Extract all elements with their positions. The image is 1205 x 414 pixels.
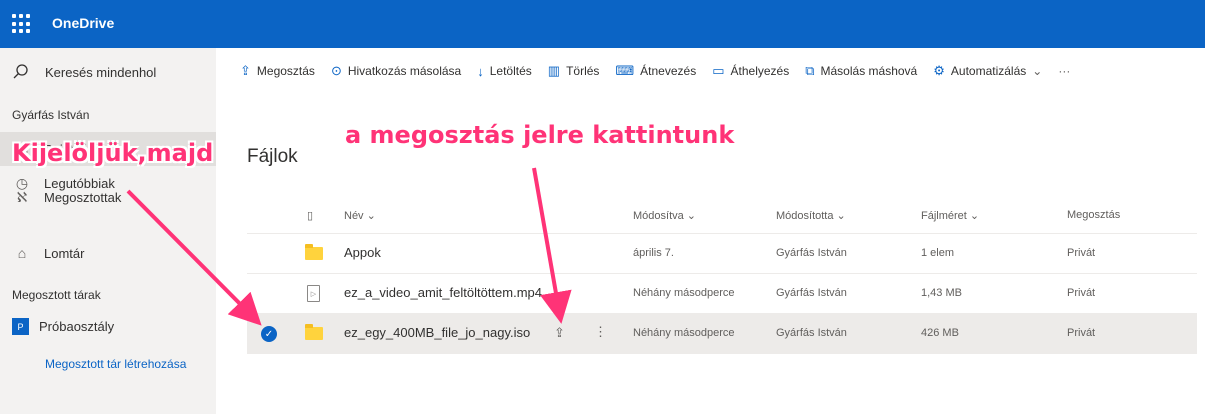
app-title[interactable]: OneDrive [52, 15, 114, 31]
column-sharing[interactable]: Megosztás [1067, 209, 1120, 221]
annotation-left: Kijelöljük,majd [12, 139, 214, 167]
share-icon: ⇪ [240, 63, 251, 78]
video-file-icon: ▷ [307, 285, 320, 302]
library-label: Próbaosztály [39, 319, 115, 334]
copy-link-button[interactable]: ⊙ Hivatkozás másolása [331, 63, 461, 79]
copy-to-button[interactable]: ⧉ Másolás máshová [805, 63, 917, 79]
checkmark-icon[interactable]: ✓ [261, 326, 277, 342]
share-label: Megosztás [256, 64, 315, 78]
sidebar-item-label: Megosztottak [44, 189, 122, 205]
share-button[interactable]: ⇪ Megosztás [240, 63, 315, 79]
sharing: Privát [1067, 287, 1096, 299]
modified-by: Gyárfás István [776, 247, 847, 259]
size: 1 elem [921, 247, 955, 259]
table-row[interactable]: Appok április 7. Gyárfás István 1 elem P… [247, 234, 1197, 274]
trash-icon: ⌂ [17, 245, 27, 261]
automate-icon: ⚙ [933, 63, 945, 78]
modified: április 7. [633, 247, 674, 259]
user-name: Gyárfás István [12, 108, 90, 122]
search-input[interactable]: Keresés mindenhol [45, 65, 156, 80]
column-name[interactable]: Név ⌄ [344, 209, 376, 222]
chevron-down-icon: ⌄ [1032, 64, 1043, 78]
file-list-header: ▯ Név ⌄ Módosítva ⌄ Módosította ⌄ Fájlmé… [247, 198, 1197, 234]
library-item[interactable]: P Próbaosztály [12, 318, 114, 335]
shared-libraries-title: Megosztott tárak [12, 288, 101, 302]
download-label: Letöltés [489, 64, 532, 78]
rename-label: Átnevezés [640, 64, 697, 78]
sidebar-item-recycle-bin[interactable]: ⌂ Lomtár [0, 236, 216, 270]
move-button[interactable]: ▭ Áthelyezés [712, 63, 789, 79]
top-bar: OneDrive [0, 0, 1205, 48]
folder-icon [305, 244, 323, 260]
sidebar-item-label: Lomtár [44, 245, 85, 261]
column-size[interactable]: Fájlméret ⌄ [921, 209, 979, 222]
table-row-selected[interactable]: ✓ ez_egy_400MB_file_jo_nagy.iso ⇪ ⋮ Néhá… [247, 314, 1197, 354]
automate-label: Automatizálás [950, 64, 1027, 78]
modified-by: Gyárfás István [776, 287, 847, 299]
delete-button[interactable]: ▥ Törlés [548, 63, 600, 79]
app-launcher-icon[interactable] [12, 14, 32, 34]
page-title: Fájlok [247, 146, 298, 167]
rename-button[interactable]: ⌨ Átnevezés [615, 63, 696, 79]
share-icon[interactable]: ⇪ [554, 325, 565, 341]
more-options-icon[interactable]: ⋮ [594, 324, 607, 340]
column-size-label: Fájlméret [921, 210, 967, 222]
column-modified-label: Módosítva [633, 210, 684, 222]
copy-link-label: Hivatkozás másolása [347, 64, 462, 78]
column-modified-by[interactable]: Módosította ⌄ [776, 209, 846, 222]
annotation-top: a megosztás jelre kattintunk [345, 121, 735, 149]
sharing: Privát [1067, 247, 1096, 259]
modified: Néhány másodperce [633, 327, 735, 339]
copy-icon: ⧉ [805, 63, 815, 78]
copy-to-label: Másolás máshová [820, 64, 918, 78]
file-name[interactable]: ez_egy_400MB_file_jo_nagy.iso [344, 325, 530, 340]
move-label: Áthelyezés [730, 64, 790, 78]
modified-by: Gyárfás István [776, 327, 847, 339]
rename-icon: ⌨ [615, 63, 635, 78]
link-icon: ⊙ [330, 63, 342, 78]
move-icon: ▭ [712, 63, 725, 78]
sharing: Privát [1067, 327, 1096, 339]
command-bar: ⇪ Megosztás ⊙ Hivatkozás másolása ↓ Letölté… [216, 48, 1205, 94]
file-type-header-icon[interactable]: ▯ [307, 209, 313, 222]
size: 426 MB [921, 327, 959, 339]
people-icon: ℵ [16, 188, 28, 205]
column-name-label: Név [344, 210, 364, 222]
sidebar-item-shared[interactable]: ℵ Megosztottak [0, 180, 216, 214]
automate-button[interactable]: ⚙ Automatizálás ⌄ [933, 63, 1042, 79]
download-button[interactable]: ↓ Letöltés [477, 64, 532, 79]
table-row[interactable]: ▷ ez_a_video_amit_feltöltöttem.mp4 Néhán… [247, 274, 1197, 314]
file-name[interactable]: ez_a_video_amit_feltöltöttem.mp4 [344, 285, 542, 300]
search-icon [13, 64, 28, 79]
column-modified[interactable]: Módosítva ⌄ [633, 209, 696, 222]
column-modified-by-label: Módosította [776, 210, 834, 222]
download-icon: ↓ [477, 63, 484, 79]
trash-icon: ▥ [547, 63, 561, 78]
archive-folder-icon [305, 324, 323, 340]
delete-label: Törlés [566, 64, 600, 78]
file-name[interactable]: Appok [344, 245, 381, 260]
search-box[interactable]: Keresés mindenhol [0, 48, 216, 94]
library-badge: P [12, 318, 29, 335]
create-shared-library-link[interactable]: Megosztott tár létrehozása [45, 357, 186, 371]
size: 1,43 MB [921, 287, 962, 299]
modified: Néhány másodperce [633, 287, 735, 299]
more-button[interactable]: ··· [1058, 64, 1070, 78]
